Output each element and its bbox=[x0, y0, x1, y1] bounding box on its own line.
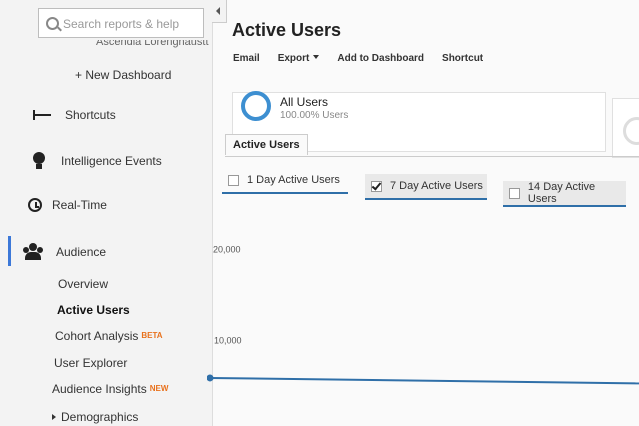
new-dashboard-link[interactable]: + New Dashboard bbox=[75, 68, 171, 82]
nav-label: Audience bbox=[56, 245, 107, 259]
subnav-demographics[interactable]: Demographics bbox=[52, 410, 138, 424]
subnav-cohort-analysis[interactable]: Cohort Analysis BETA bbox=[55, 329, 163, 343]
active-section-indicator bbox=[8, 236, 11, 266]
subnav-label: Audience Insights bbox=[52, 382, 147, 396]
add-to-dashboard-button[interactable]: Add to Dashboard bbox=[337, 53, 424, 64]
export-button[interactable]: Export bbox=[278, 53, 320, 64]
new-badge: NEW bbox=[149, 384, 169, 393]
email-button[interactable]: Email bbox=[233, 53, 260, 64]
checkbox-icon[interactable] bbox=[509, 187, 520, 199]
shortcut-button[interactable]: Shortcut bbox=[442, 53, 483, 64]
toggle-14-day[interactable]: 14 Day Active Users bbox=[503, 181, 626, 207]
y-tick-label: 20,000 bbox=[213, 245, 241, 255]
subnav-label: Cohort Analysis bbox=[55, 329, 139, 343]
shortcut-icon bbox=[33, 106, 55, 124]
clipped-dashboard-item[interactable]: Ascendia Lorenghaustt bbox=[96, 40, 209, 48]
clock-icon bbox=[28, 198, 42, 212]
search-box[interactable] bbox=[38, 8, 204, 38]
checkbox-checked-icon[interactable] bbox=[371, 180, 382, 192]
expand-arrow-icon bbox=[52, 414, 56, 420]
nav-intelligence-events[interactable]: Intelligence Events bbox=[29, 152, 162, 170]
tab-active-users[interactable]: Active Users bbox=[225, 134, 308, 155]
segment-ring-icon bbox=[241, 91, 271, 121]
nav-real-time[interactable]: Real-Time bbox=[28, 198, 107, 212]
subnav-audience-insights[interactable]: Audience Insights NEW bbox=[52, 382, 168, 396]
data-point[interactable] bbox=[207, 374, 214, 382]
collapse-sidebar-button[interactable] bbox=[212, 0, 227, 23]
subnav-overview[interactable]: Overview bbox=[58, 277, 108, 291]
subnav-user-explorer[interactable]: User Explorer bbox=[54, 356, 127, 370]
nav-audience[interactable]: Audience bbox=[24, 243, 106, 261]
add-segment-card[interactable] bbox=[612, 98, 639, 158]
nav-label: Intelligence Events bbox=[61, 154, 162, 168]
segment-name: All Users bbox=[280, 95, 329, 109]
chevron-down-icon bbox=[313, 55, 320, 59]
search-input[interactable] bbox=[61, 14, 203, 34]
sidebar: Ascendia Lorenghaustt + New Dashboard Sh… bbox=[0, 0, 213, 426]
toggle-1-day[interactable]: 1 Day Active Users bbox=[222, 168, 348, 194]
series-line bbox=[209, 376, 639, 385]
toggle-7-day[interactable]: 7 Day Active Users bbox=[365, 174, 487, 200]
empty-segment-ring-icon bbox=[623, 117, 639, 145]
segment-percent: 100.00% Users bbox=[280, 110, 349, 121]
people-icon bbox=[24, 243, 46, 261]
toggle-label: 1 Day Active Users bbox=[247, 174, 340, 186]
report-toolbar: Email Export Add to Dashboard Shortcut bbox=[233, 53, 483, 64]
lightbulb-icon bbox=[29, 152, 51, 170]
subnav-active-users[interactable]: Active Users bbox=[57, 303, 130, 317]
beta-badge: BETA bbox=[141, 331, 163, 340]
nav-label: Real-Time bbox=[52, 198, 107, 212]
tab-divider bbox=[225, 156, 639, 157]
page-title: Active Users bbox=[232, 20, 342, 40]
search-icon bbox=[46, 17, 59, 30]
checkbox-icon[interactable] bbox=[228, 174, 239, 186]
nav-label: Shortcuts bbox=[65, 108, 116, 122]
nav-shortcuts[interactable]: Shortcuts bbox=[33, 106, 116, 124]
subnav-label: Demographics bbox=[61, 410, 139, 424]
export-label: Export bbox=[277, 53, 310, 64]
y-tick-label: 10,000 bbox=[214, 335, 242, 345]
active-users-chart: 20,000 10,000 bbox=[207, 245, 639, 385]
toggle-label: 14 Day Active Users bbox=[527, 181, 596, 205]
toggle-label: 7 Day Active Users bbox=[390, 180, 483, 192]
